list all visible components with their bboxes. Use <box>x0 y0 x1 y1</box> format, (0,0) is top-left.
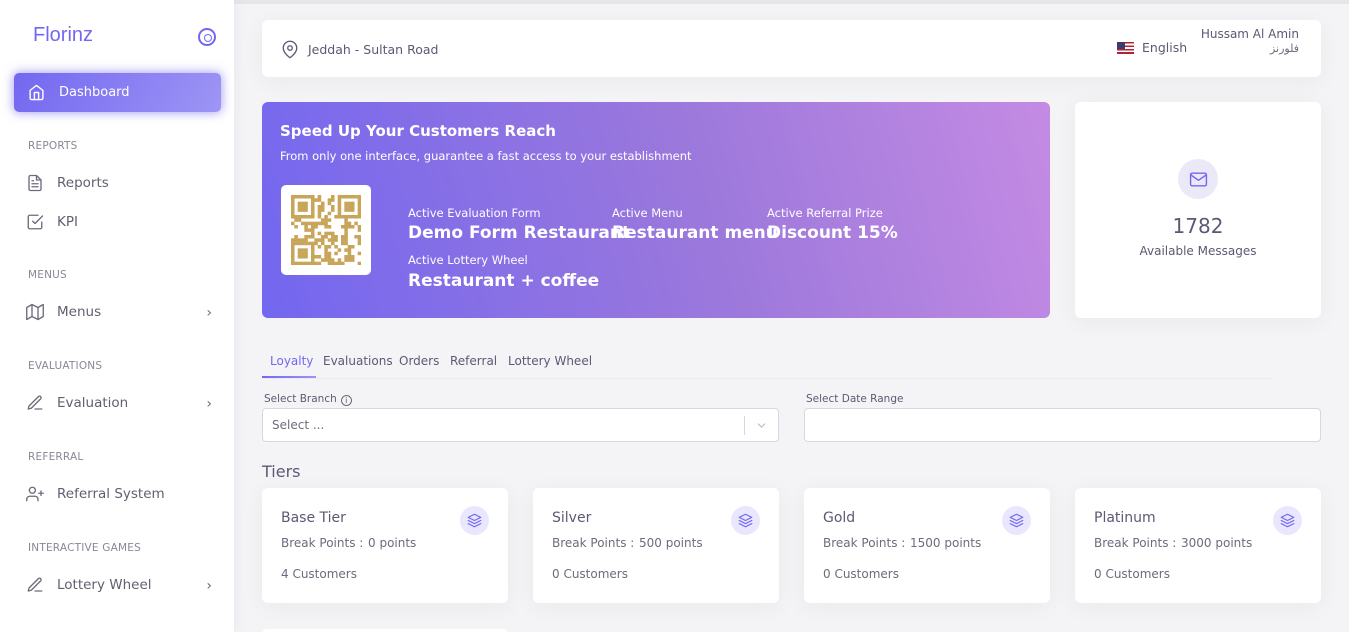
tier-break-points-value: 0 points <box>368 536 417 550</box>
messages-label: Available Messages <box>1139 244 1257 258</box>
tiers-title: Tiers <box>262 462 301 481</box>
tier-name: Silver <box>552 510 592 526</box>
sidebar-item-label: Reports <box>57 175 109 191</box>
tier-customers: 4 Customers <box>281 567 357 581</box>
brand-logo[interactable]: Florinz <box>33 24 93 47</box>
language-selector[interactable]: English <box>1117 40 1187 55</box>
sidebar-item-evaluation[interactable]: Evaluation › <box>26 392 216 414</box>
tier-name: Gold <box>823 510 856 526</box>
language-label: English <box>1142 40 1188 55</box>
branch-select-placeholder: Select ... <box>272 418 325 432</box>
tier-customers: 0 Customers <box>552 567 628 581</box>
tab-loyalty[interactable]: Loyalty <box>270 354 313 368</box>
section-menus: MENUS <box>28 269 67 281</box>
section-interactive-games: INTERACTIVE GAMES <box>28 542 141 554</box>
stat-value-menu: Restaurant menu <box>612 223 778 243</box>
stat-label-evaluation-form: Active Evaluation Form <box>408 206 541 220</box>
sidebar-item-label: Evaluation <box>57 395 129 411</box>
sidebar: Florinz Dashboard REPORTS Reports KPI ME… <box>0 0 234 632</box>
stat-label-referral-prize: Active Referral Prize <box>767 206 883 220</box>
sidebar-item-label: Menus <box>57 304 102 320</box>
qr-code[interactable] <box>281 185 371 275</box>
sidebar-item-label: KPI <box>57 214 78 230</box>
section-referral: REFERRAL <box>28 451 84 463</box>
active-tab-indicator <box>262 376 316 378</box>
chevron-right-icon: › <box>206 578 212 594</box>
tier-customers: 0 Customers <box>823 567 899 581</box>
select-divider <box>744 416 745 435</box>
tab-evaluations[interactable]: Evaluations <box>323 354 393 368</box>
stat-value-referral-prize: Discount 15% <box>767 223 898 243</box>
top-navbar: Jeddah - Sultan Road English Hussam Al A… <box>262 20 1321 77</box>
sidebar-item-menus[interactable]: Menus › <box>26 301 216 323</box>
chevron-right-icon: › <box>206 305 212 321</box>
messages-card: 1782 Available Messages <box>1075 102 1321 318</box>
promo-subtitle: From only one interface, guarantee a fas… <box>280 149 692 163</box>
tier-break-points-value: 1500 points <box>910 536 982 550</box>
file-text-icon <box>26 174 44 192</box>
layers-icon <box>460 506 489 535</box>
tier-break-points-label: Break Points : <box>281 536 364 550</box>
tab-orders[interactable]: Orders <box>399 354 439 368</box>
map-pin-icon <box>281 40 299 63</box>
layers-icon <box>1273 506 1302 535</box>
promo-title: Speed Up Your Customers Reach <box>280 122 556 140</box>
sidebar-toggle-icon[interactable] <box>198 28 216 46</box>
sidebar-item-label: Dashboard <box>59 85 130 100</box>
tier-name: Platinum <box>1094 510 1156 526</box>
tier-break-points-label: Break Points : <box>823 536 906 550</box>
date-range-input[interactable] <box>804 408 1321 442</box>
tier-card-silver[interactable]: Silver Break Points : 500 points 0 Custo… <box>533 488 779 603</box>
stat-label-lottery-wheel: Active Lottery Wheel <box>408 253 528 267</box>
branch-label-text: Select Branch <box>264 393 337 405</box>
branch-select[interactable]: Select ... <box>262 408 779 442</box>
sidebar-item-reports[interactable]: Reports <box>26 172 216 194</box>
tier-break-points-label: Break Points : <box>1094 536 1177 550</box>
home-icon <box>27 84 45 102</box>
tier-customers: 0 Customers <box>1094 567 1170 581</box>
check-square-icon <box>26 213 44 231</box>
tab-referral[interactable]: Referral <box>450 354 497 368</box>
map-icon <box>26 303 44 321</box>
stat-label-menu: Active Menu <box>612 206 683 220</box>
section-evaluations: EVALUATIONS <box>28 360 103 372</box>
info-icon[interactable]: i <box>340 395 352 406</box>
tier-break-points-label: Break Points : <box>552 536 635 550</box>
dashboard-tabs: Loyalty Evaluations Orders Referral Lott… <box>262 345 1272 379</box>
tab-lottery-wheel[interactable]: Lottery Wheel <box>508 354 592 368</box>
sidebar-item-lottery-wheel[interactable]: Lottery Wheel › <box>26 574 216 596</box>
mail-icon <box>1178 159 1218 199</box>
tier-break-points-value: 500 points <box>639 536 703 550</box>
sidebar-item-referral-system[interactable]: Referral System <box>26 483 216 505</box>
section-reports: REPORTS <box>28 140 78 152</box>
tier-card-gold[interactable]: Gold Break Points : 1500 points 0 Custom… <box>804 488 1050 603</box>
sidebar-item-label: Lottery Wheel <box>57 577 152 593</box>
pen-icon <box>26 394 44 412</box>
stat-value-lottery-wheel: Restaurant + coffee <box>408 271 600 291</box>
promo-banner: Speed Up Your Customers Reach From only … <box>262 102 1050 318</box>
tier-card-base[interactable]: Base Tier Break Points : 0 points 4 Cust… <box>262 488 508 603</box>
sidebar-item-dashboard[interactable]: Dashboard <box>14 73 221 112</box>
sidebar-item-kpi[interactable]: KPI <box>26 211 216 233</box>
chevron-right-icon: › <box>206 396 212 412</box>
user-name[interactable]: Hussam Al Amin <box>1201 27 1299 41</box>
tier-card-platinum[interactable]: Platinum Break Points : 3000 points 0 Cu… <box>1075 488 1321 603</box>
chevron-down-icon[interactable] <box>755 419 768 436</box>
us-flag-icon <box>1117 41 1134 54</box>
location-label[interactable]: Jeddah - Sultan Road <box>308 42 438 57</box>
tier-name: Base Tier <box>281 510 346 526</box>
messages-count: 1782 <box>1172 214 1224 238</box>
layers-icon <box>731 506 760 535</box>
branch-filter-label: Select Branch i <box>264 393 352 406</box>
sidebar-item-label: Referral System <box>57 486 165 502</box>
stat-value-evaluation-form: Demo Form Restaurant <box>408 223 631 243</box>
tier-break-points-value: 3000 points <box>1181 536 1253 550</box>
layers-icon <box>1002 506 1031 535</box>
date-range-label: Select Date Range <box>806 393 904 405</box>
pen-icon <box>26 576 44 594</box>
user-plus-icon <box>26 485 44 503</box>
user-subtitle: فلورنز <box>1269 42 1299 55</box>
